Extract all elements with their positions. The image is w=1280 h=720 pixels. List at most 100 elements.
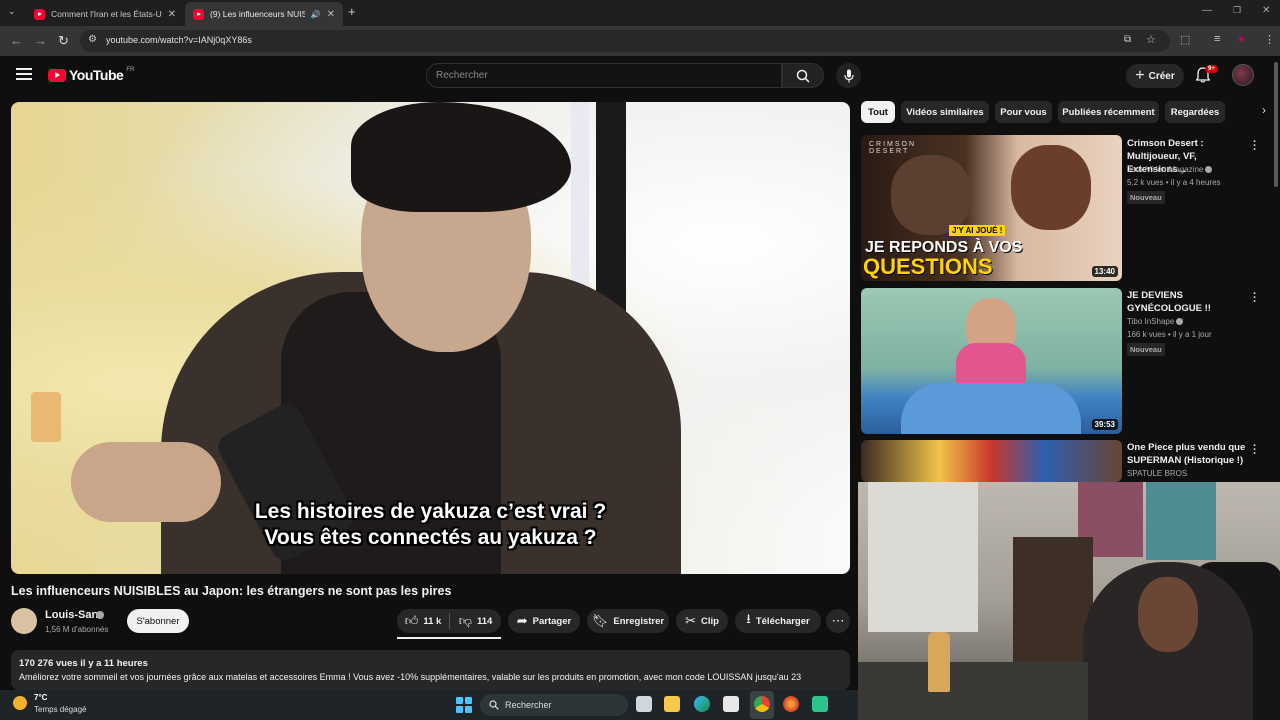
new-tab-button[interactable]: + (348, 4, 356, 19)
recommendation-channel[interactable]: Tibo InShape (1127, 317, 1184, 326)
thumb-person-right (1011, 145, 1091, 230)
recommendation-title[interactable]: One Piece plus vendu que SUPERMAN (Histo… (1127, 441, 1247, 467)
scene-hair (351, 102, 571, 212)
youtube-favicon-icon (193, 8, 204, 20)
more-vert-icon[interactable]: · · · (1253, 289, 1257, 308)
browser-menu-icon[interactable]: ⋮ (1264, 33, 1275, 46)
chip-similar[interactable]: Vidéos similaires (901, 101, 989, 123)
more-vert-icon[interactable]: · · · (1253, 441, 1257, 460)
description-box[interactable]: 170 276 vues il y a 11 heures Améliorez … (11, 650, 850, 690)
recommendation-thumbnail[interactable] (861, 440, 1122, 482)
edge-icon[interactable] (694, 696, 710, 712)
weather-description[interactable]: Temps dégagé (34, 705, 86, 714)
like-button[interactable]: 👍︎ 11 k (397, 609, 449, 633)
share-button[interactable]: ➦ Partager (508, 609, 580, 633)
reload-icon[interactable]: ↻ (58, 33, 69, 49)
video-title: Les influenceurs NUISIBLES au Japon: les… (11, 584, 452, 598)
verified-icon (96, 611, 104, 619)
more-vert-icon[interactable]: · · · (1253, 137, 1257, 156)
tab-list-dropdown[interactable]: ⌄ (8, 6, 16, 17)
create-button[interactable]: + Créer (1126, 64, 1184, 88)
chip-watched[interactable]: Regardées (1165, 101, 1225, 123)
thumbs-down-icon: 👎︎ (458, 613, 472, 628)
thumb-person-left (891, 155, 971, 235)
video-player[interactable]: Les histoires de yakuza c’est vrai ? Vou… (11, 102, 850, 574)
save-button[interactable]: 🔖︎ Enregistrer (587, 609, 669, 633)
speaker-icon[interactable]: 🔊 (311, 10, 321, 19)
subscribe-button[interactable]: S'abonner (127, 609, 189, 633)
search-placeholder: Rechercher (436, 70, 488, 81)
extensions-icon[interactable]: ⬚ (1180, 33, 1190, 46)
chip-recent[interactable]: Publiées récemment (1058, 101, 1159, 123)
verified-icon (1176, 318, 1184, 326)
verified-icon (1205, 166, 1213, 174)
weather-temperature[interactable]: 7°C (34, 693, 47, 702)
minimize-button[interactable]: — (1202, 5, 1212, 16)
chips-next-icon[interactable]: › (1262, 103, 1266, 117)
account-avatar[interactable] (1232, 64, 1254, 86)
back-icon[interactable]: ← (10, 33, 23, 48)
search-button[interactable] (782, 63, 824, 88)
more-horizontal-icon: ⋯ (831, 613, 845, 628)
video-duration: 39:53 (1091, 419, 1118, 430)
description-text: Améliorez votre sommeil et vos journées … (19, 672, 802, 682)
browser-tab-bar: ⌄ Comment l'Iran et les États-Unis ✕ (9)… (0, 0, 1280, 26)
clip-button[interactable]: ✂ Clip (676, 609, 728, 633)
taskbar-search-label: Rechercher (505, 700, 552, 710)
share-icon: ➦ (516, 613, 528, 628)
thumbs-up-icon: 👍︎ (404, 613, 419, 628)
country-code: FR (126, 67, 135, 73)
media-controls-icon[interactable]: ≡ (1214, 33, 1220, 45)
browser-tab-iran[interactable]: Comment l'Iran et les États-Unis ✕ (26, 2, 184, 26)
recommendation-channel[interactable]: Jeux Vidéo Magazine (1127, 165, 1213, 174)
browser-tab-influenceurs[interactable]: (9) Les influenceurs NUISIBLES 🔊 ✕ (185, 2, 343, 26)
address-bar[interactable]: ⚙ youtube.com/watch?v=IANj0qXY86s ⧉ ☆ (80, 30, 1170, 52)
site-info-icon[interactable]: ⚙ (88, 34, 97, 45)
chip-for-you[interactable]: Pour vous (995, 101, 1052, 123)
youtube-logo[interactable]: YouTube FR (48, 67, 134, 83)
cast-icon[interactable]: ⧉ (1124, 34, 1131, 45)
taskbar-search[interactable]: Rechercher (480, 694, 628, 716)
download-label: Télécharger (755, 615, 810, 627)
channel-avatar[interactable] (11, 608, 37, 634)
download-button[interactable]: ⭳ Télécharger (735, 609, 821, 633)
hamburger-menu-icon[interactable] (16, 68, 32, 80)
webcam-desk (858, 662, 1088, 720)
chrome-icon[interactable] (754, 696, 770, 712)
new-badge: Nouveau (1127, 343, 1165, 356)
profile-icon[interactable]: ● (1238, 33, 1245, 45)
recommendation-channel[interactable]: SPATULE BROS (1127, 469, 1187, 478)
firefox-icon[interactable] (783, 696, 799, 712)
app-icon[interactable] (812, 696, 828, 712)
channel-name[interactable]: Louis-San (45, 609, 98, 621)
create-label: Créer (1148, 70, 1175, 82)
recommendation-thumbnail[interactable]: CRIMSON DESERT J'Y AI JOUÉ ! JE REPONDS … (861, 135, 1122, 281)
bookmark-star-icon[interactable]: ☆ (1146, 33, 1156, 46)
weather-sun-icon[interactable] (13, 696, 27, 710)
recommendation-thumbnail[interactable]: 39:53 (861, 288, 1122, 434)
dislike-button[interactable]: 👎︎ 114 (450, 609, 501, 633)
file-explorer-icon[interactable] (664, 696, 680, 712)
channel-name: Tibo InShape (1127, 317, 1175, 326)
dislike-count: 114 (476, 615, 493, 627)
search-input[interactable]: Rechercher (426, 63, 782, 88)
more-actions-button[interactable]: ⋯ (826, 609, 850, 633)
voice-search-button[interactable] (836, 63, 861, 88)
webcam-streamer-face (1138, 577, 1198, 652)
views-date: 170 276 vues il y a 11 heures (19, 658, 148, 669)
task-view-icon[interactable] (636, 696, 652, 712)
restore-button[interactable]: ❐ (1233, 5, 1241, 16)
forward-icon[interactable]: → (34, 33, 47, 48)
close-window-button[interactable]: ✕ (1262, 5, 1270, 16)
chip-all[interactable]: Tout (861, 101, 895, 123)
windows-start-icon[interactable] (456, 697, 472, 713)
close-icon[interactable]: ✕ (168, 9, 176, 20)
close-icon[interactable]: ✕ (327, 9, 335, 20)
page-scrollbar[interactable] (1274, 62, 1278, 187)
new-badge: Nouveau (1127, 191, 1165, 204)
recommendation-title[interactable]: JE DEVIENS GYNÉCOLOGUE !! (1127, 289, 1247, 315)
plus-icon: + (1135, 67, 1145, 84)
store-icon[interactable] (723, 696, 739, 712)
notification-badge: 9+ (1205, 65, 1218, 73)
microphone-icon (843, 69, 854, 82)
